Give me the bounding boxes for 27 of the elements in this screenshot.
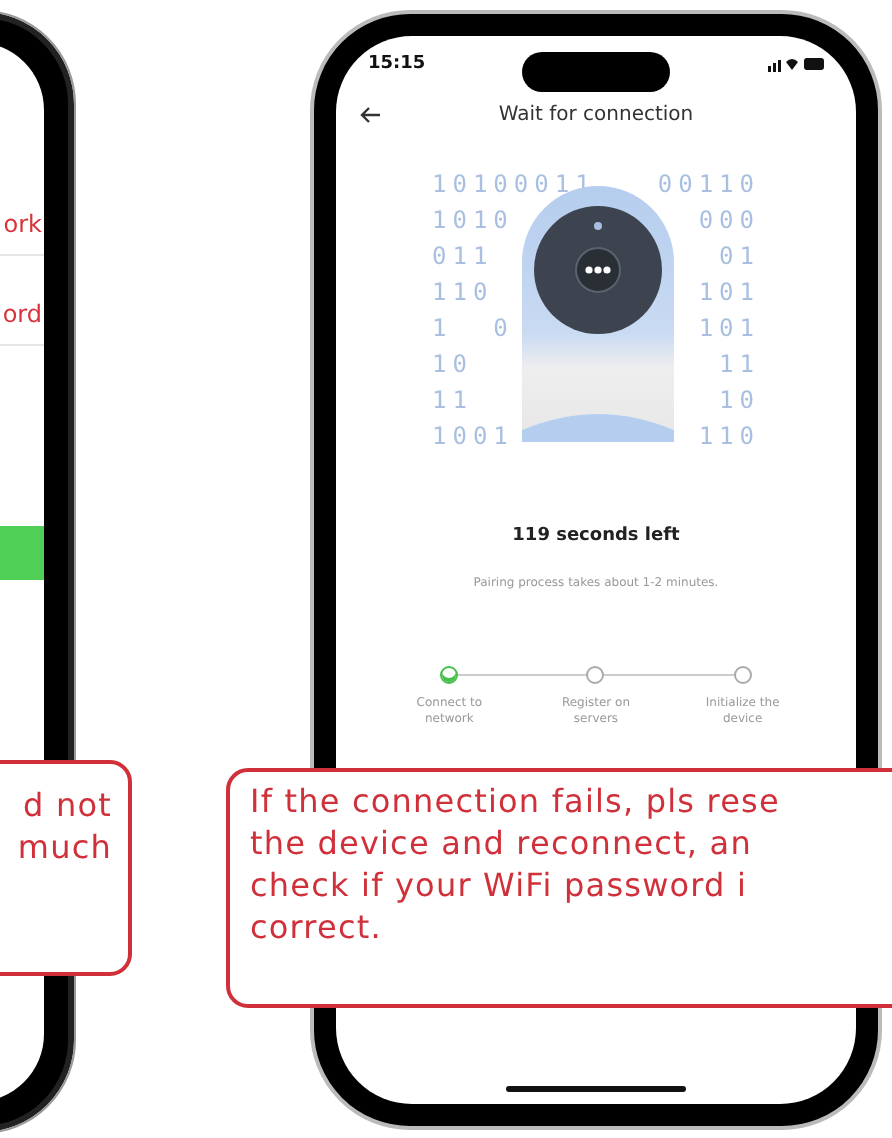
- field-label: ord: [2, 300, 42, 328]
- binary-digits: 10: [432, 350, 473, 382]
- form-field[interactable]: ord: [0, 300, 44, 346]
- binary-digits: 1001: [432, 422, 514, 454]
- binary-digits: 11: [432, 386, 473, 418]
- binary-digits: 1 0: [432, 314, 514, 346]
- binary-digits: 11: [719, 350, 760, 382]
- binary-digits: 00110: [657, 170, 760, 202]
- binary-digits: 000: [698, 206, 760, 238]
- binary-digits: 10: [719, 386, 760, 418]
- page-title: Wait for connection: [498, 104, 694, 126]
- back-arrow-icon[interactable]: [360, 106, 382, 124]
- binary-digits: 01: [719, 242, 760, 274]
- status-time: 15:15: [368, 54, 426, 74]
- countdown-text: 119 seconds left: [512, 526, 680, 546]
- binary-digits: 1010: [432, 206, 514, 238]
- binary-digits: 101: [698, 314, 760, 346]
- form-field[interactable]: ork: [0, 210, 44, 256]
- binary-digits: 110: [698, 422, 760, 454]
- binary-digits: 110: [432, 278, 494, 310]
- binary-digits: 101: [698, 278, 760, 310]
- callout-text: If the connection fails, pls rese the device and reconnect, an check if your WiFi password i correct.: [226, 768, 892, 1008]
- binary-digits: 011: [432, 242, 494, 274]
- status-icons: [768, 56, 824, 72]
- callout-text: d not much: [0, 760, 132, 976]
- binary-digits: 10100011: [432, 170, 596, 202]
- field-label: ork: [3, 210, 42, 238]
